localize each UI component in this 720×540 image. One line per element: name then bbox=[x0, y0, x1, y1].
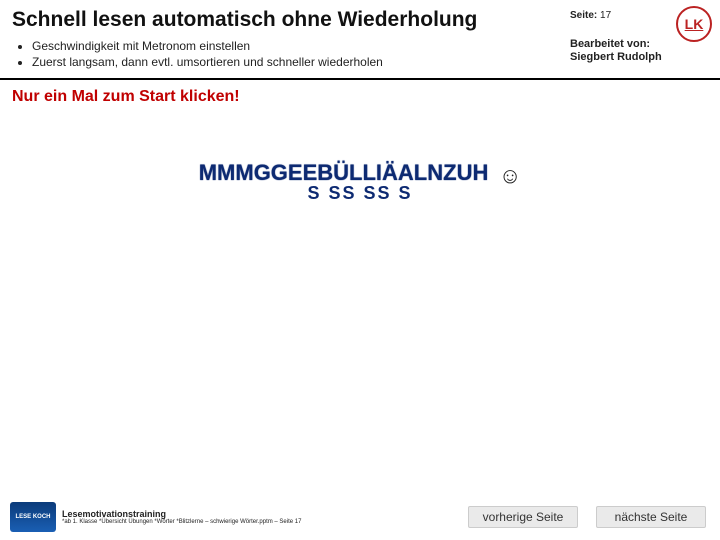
word-display: MMMGGEEBÜLLIÄALNZUH ☺ S SS SS S bbox=[0, 160, 720, 204]
smiley-icon: ☺ bbox=[499, 163, 521, 188]
page-number: 17 bbox=[600, 10, 611, 21]
edited-label: Bearbeitet von: bbox=[570, 38, 662, 51]
overlaid-words-line1: MMMGGEEBÜLLIÄALNZUH bbox=[199, 160, 489, 185]
editor-name: Siegbert Rudolph bbox=[570, 51, 662, 64]
footer-path: *ab 1. Klasse *Übersicht Übungen *Wörter… bbox=[62, 519, 301, 525]
start-hint: Nur ein Mal zum Start klicken! bbox=[0, 84, 720, 110]
overlaid-words-line2: S SS SS S bbox=[199, 183, 522, 204]
nav-buttons: vorherige Seite nächste Seite bbox=[468, 506, 706, 528]
footer-brand: LESE KOCH Lesemotivationstraining *ab 1.… bbox=[10, 502, 301, 532]
brand-seal-icon: LK bbox=[676, 6, 712, 42]
edited-by: Bearbeitet von: Siegbert Rudolph bbox=[570, 38, 662, 64]
divider bbox=[0, 78, 720, 80]
page-label: Seite: bbox=[570, 10, 597, 21]
footer-title: Lesemotivationstraining bbox=[62, 509, 301, 519]
prev-page-button[interactable]: vorherige Seite bbox=[468, 506, 578, 528]
page-indicator: Seite: 17 bbox=[570, 10, 611, 21]
lesekoch-logo-icon: LESE KOCH bbox=[10, 502, 56, 532]
next-page-button[interactable]: nächste Seite bbox=[596, 506, 706, 528]
